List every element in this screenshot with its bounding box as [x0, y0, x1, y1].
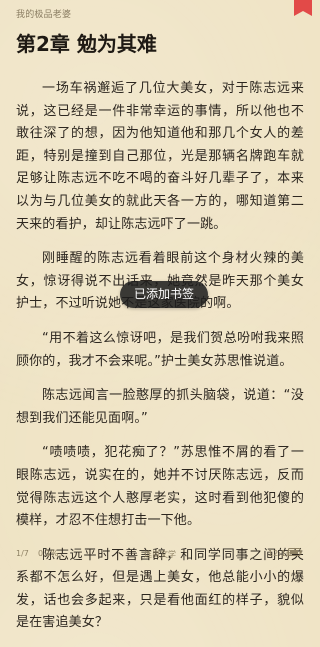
paragraph: 一场车祸邂逅了几位大美女，对于陈志远来说，这已经是一件非常幸运的事情，所以他也不… — [16, 81, 304, 232]
toast-message: 已添加书签 — [120, 281, 208, 308]
bookmark-icon[interactable] — [294, 0, 312, 16]
chapter-title: 第2章 勉为其难 — [16, 32, 157, 56]
page-indicator: 1/7 — [16, 549, 29, 558]
reader-page[interactable]: 我的极品老婆 第2章 勉为其难 一场车祸邂逅了几位大美女，对于陈志远来说，这已经… — [0, 0, 320, 630]
reader-footer: 1/7 0.1% 连尚文学 12:16 — [0, 540, 320, 570]
paragraph: “啧啧啧，犯花痴了？”苏思惟不屑的看了一眼陈志远，说实在的，她并不讨厌陈志远，反… — [16, 445, 304, 529]
battery-icon — [288, 548, 302, 556]
brand-label: 连尚文学 — [144, 550, 176, 559]
top-bar: 我的极品老婆 — [0, 0, 320, 24]
reading-progress: 0.1% — [38, 549, 59, 558]
paragraph: “用不着这么惊讶吧，是我们贺总吩咐我来照顾你的，我才不会来呢。”护士美女苏思惟说… — [16, 330, 304, 369]
book-title: 我的极品老婆 — [16, 10, 72, 20]
paragraph: 陈志远闻言一脸憨厚的抓头脑袋，说道：“没想到我们还能见面啊。” — [16, 388, 304, 426]
